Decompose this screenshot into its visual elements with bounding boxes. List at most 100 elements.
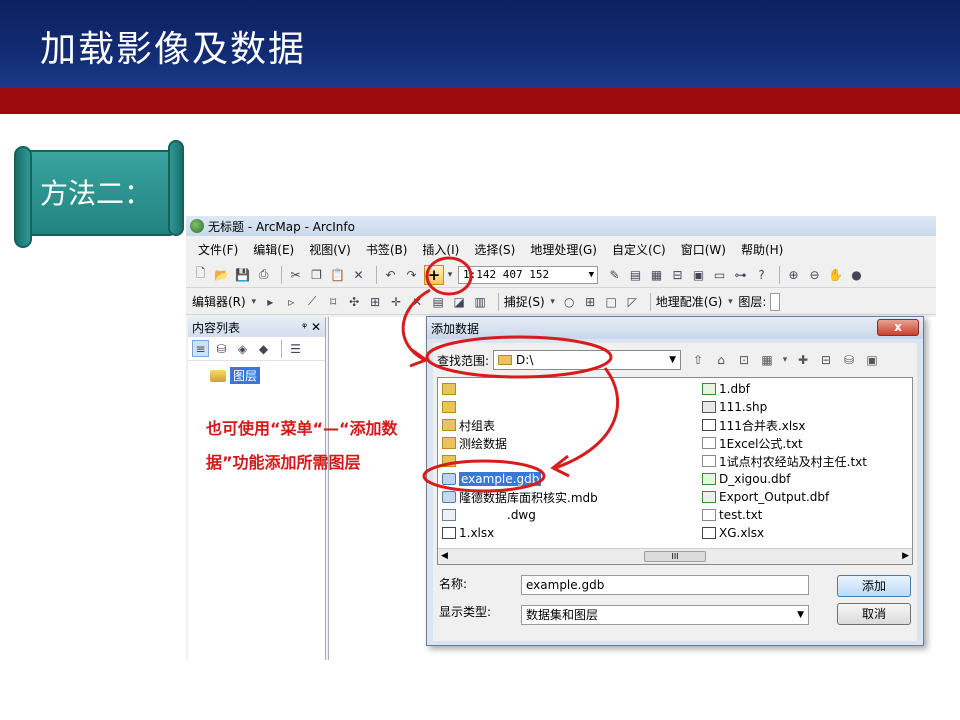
vertex-snapping-icon[interactable]: □ <box>603 293 620 310</box>
list-by-selection-icon[interactable]: ◆ <box>255 340 272 357</box>
menu-view[interactable]: 视图(V) <box>309 241 351 258</box>
menu-customize[interactable]: 自定义(C) <box>612 241 666 258</box>
show-type-select[interactable]: 数据集和图层 ▼ <box>521 605 809 625</box>
list-item[interactable]: 测绘数据 <box>442 434 692 452</box>
list-item[interactable]: 村组表 <box>442 416 692 434</box>
close-button[interactable]: x <box>877 319 919 336</box>
globe-icon[interactable]: ● <box>848 266 865 283</box>
redo-icon[interactable]: ↷ <box>403 266 420 283</box>
scroll-right-icon[interactable]: ▶ <box>902 551 909 561</box>
arctoolbox-icon[interactable]: ▣ <box>863 351 881 369</box>
python-window-icon[interactable]: ▭ <box>711 266 728 283</box>
toc-layers-node[interactable]: 图层 <box>210 367 325 384</box>
add-data-dropdown-icon[interactable]: ▾ <box>446 266 454 283</box>
delete-icon[interactable]: ✕ <box>350 266 367 283</box>
catalog-icon[interactable]: ▦ <box>648 266 665 283</box>
zoom-in-icon[interactable]: ⊕ <box>785 266 802 283</box>
list-item[interactable]: 1试点村农经站及村主任.txt <box>702 452 912 470</box>
toc-options-icon[interactable]: ☰ <box>287 340 304 357</box>
list-by-source-icon[interactable]: ⛁ <box>213 340 230 357</box>
move-icon[interactable]: ✛ <box>388 293 405 310</box>
menu-edit[interactable]: 编辑(E) <box>253 241 294 258</box>
list-item[interactable]: .dwg <box>442 506 692 524</box>
list-item[interactable]: 1.xlsx <box>442 524 692 542</box>
menu-bookmarks[interactable]: 书签(B) <box>366 241 408 258</box>
list-item[interactable]: 隆德数据库面积核实.mdb <box>442 488 692 506</box>
new-folder-icon[interactable]: ✚ <box>794 351 812 369</box>
toc-pin-close-icon[interactable]: ᵠ ✕ <box>302 320 321 334</box>
list-item-selected[interactable]: example.gdb <box>442 470 692 488</box>
list-item[interactable]: 111合并表.xlsx <box>702 416 912 434</box>
list-item[interactable] <box>442 398 692 416</box>
list-item[interactable]: 1Excel公式.txt <box>702 434 912 452</box>
map-scale-combo[interactable]: 1:142 407 152 ▼ <box>458 265 598 284</box>
add-data-icon[interactable]: + <box>424 264 444 285</box>
menu-selection[interactable]: 选择(S) <box>474 241 515 258</box>
new-document-icon[interactable]: 🗋 <box>192 266 209 283</box>
cancel-button[interactable]: 取消 <box>837 603 911 625</box>
editor-toolbar-icon[interactable]: ✎ <box>606 266 623 283</box>
up-one-level-icon[interactable]: ⇧ <box>689 351 707 369</box>
view-options-icon[interactable]: ▦ <box>758 351 776 369</box>
horizontal-scrollbar[interactable]: ◀ III ▶ <box>438 548 912 564</box>
list-by-visibility-icon[interactable]: ◈ <box>234 340 251 357</box>
sketch-icon[interactable]: ⌑ <box>325 293 342 310</box>
snapping-menu[interactable]: 捕捉(S) <box>504 293 545 310</box>
open-folder-icon[interactable]: 📂 <box>213 266 230 283</box>
connect-folder-icon[interactable]: ⊡ <box>735 351 753 369</box>
list-item[interactable] <box>442 452 692 470</box>
rotate-icon[interactable]: ✕ <box>409 293 426 310</box>
home-icon[interactable]: ⌂ <box>712 351 730 369</box>
name-input[interactable]: example.gdb <box>521 575 809 595</box>
split-icon[interactable]: ⊞ <box>367 293 384 310</box>
look-in-combo[interactable]: D:\ ▼ <box>493 350 682 370</box>
scrollbar-thumb[interactable]: III <box>644 551 706 562</box>
list-item[interactable]: test.txt <box>702 506 912 524</box>
chevron-down-icon[interactable]: ▾ <box>781 351 789 369</box>
georeferencing-menu[interactable]: 地理配准(G) <box>656 293 723 310</box>
end-snapping-icon[interactable]: ⊞ <box>582 293 599 310</box>
point-snapping-icon[interactable]: ○ <box>561 293 578 310</box>
database-icon[interactable]: ⛁ <box>840 351 858 369</box>
list-item[interactable]: 111.shp <box>702 398 912 416</box>
list-item[interactable]: 1.dbf <box>702 380 912 398</box>
paste-icon[interactable]: 📋 <box>329 266 346 283</box>
edit-tool-icon[interactable]: ▸ <box>262 293 279 310</box>
layer-combo[interactable] <box>770 292 781 311</box>
zoom-out-icon[interactable]: ⊖ <box>806 266 823 283</box>
file-column-left: 村组表 测绘数据 example.gdb 隆德数据库面积核实.mdb .dwg … <box>442 380 692 542</box>
menu-geoprocessing[interactable]: 地理处理(G) <box>530 241 597 258</box>
cut-icon[interactable]: ✂ <box>287 266 304 283</box>
add-button[interactable]: 添加 <box>837 575 911 597</box>
list-item[interactable]: Export_Output.dbf <box>702 488 912 506</box>
sketch-properties-icon[interactable]: ◪ <box>451 293 468 310</box>
whats-this-icon[interactable]: ? <box>753 266 770 283</box>
save-icon[interactable]: 💾 <box>234 266 251 283</box>
create-features-icon[interactable]: ▥ <box>472 293 489 310</box>
menu-insert[interactable]: 插入(I) <box>422 241 459 258</box>
table-of-contents-icon[interactable]: ▤ <box>627 266 644 283</box>
model-builder-icon[interactable]: ⊶ <box>732 266 749 283</box>
scroll-left-icon[interactable]: ◀ <box>441 551 448 561</box>
menu-help[interactable]: 帮助(H) <box>741 241 783 258</box>
search-window-icon[interactable]: ⊟ <box>669 266 686 283</box>
pan-icon[interactable]: ✋ <box>827 266 844 283</box>
list-item[interactable] <box>442 380 692 398</box>
list-item[interactable]: XG.xlsx <box>702 524 912 542</box>
straight-segment-icon[interactable]: ⟋ <box>304 293 321 310</box>
arctoolbox-icon[interactable]: ▣ <box>690 266 707 283</box>
undo-icon[interactable]: ↶ <box>382 266 399 283</box>
attributes-icon[interactable]: ▤ <box>430 293 447 310</box>
menu-windows[interactable]: 窗口(W) <box>681 241 726 258</box>
copy-icon[interactable]: ❐ <box>308 266 325 283</box>
name-label: 名称: <box>439 577 468 591</box>
edge-snapping-icon[interactable]: ◸ <box>624 293 641 310</box>
vertex-icon[interactable]: ✣ <box>346 293 363 310</box>
edit-annotation-icon[interactable]: ▹ <box>283 293 300 310</box>
menu-file[interactable]: 文件(F) <box>198 241 238 258</box>
catalog-folder-icon[interactable]: ⊟ <box>817 351 835 369</box>
list-by-drawing-order-icon[interactable]: ≡ <box>192 340 209 357</box>
list-item[interactable]: D_xigou.dbf <box>702 470 912 488</box>
print-icon[interactable]: ⎙ <box>255 266 272 283</box>
editor-menu[interactable]: 编辑器(R) <box>192 293 246 310</box>
